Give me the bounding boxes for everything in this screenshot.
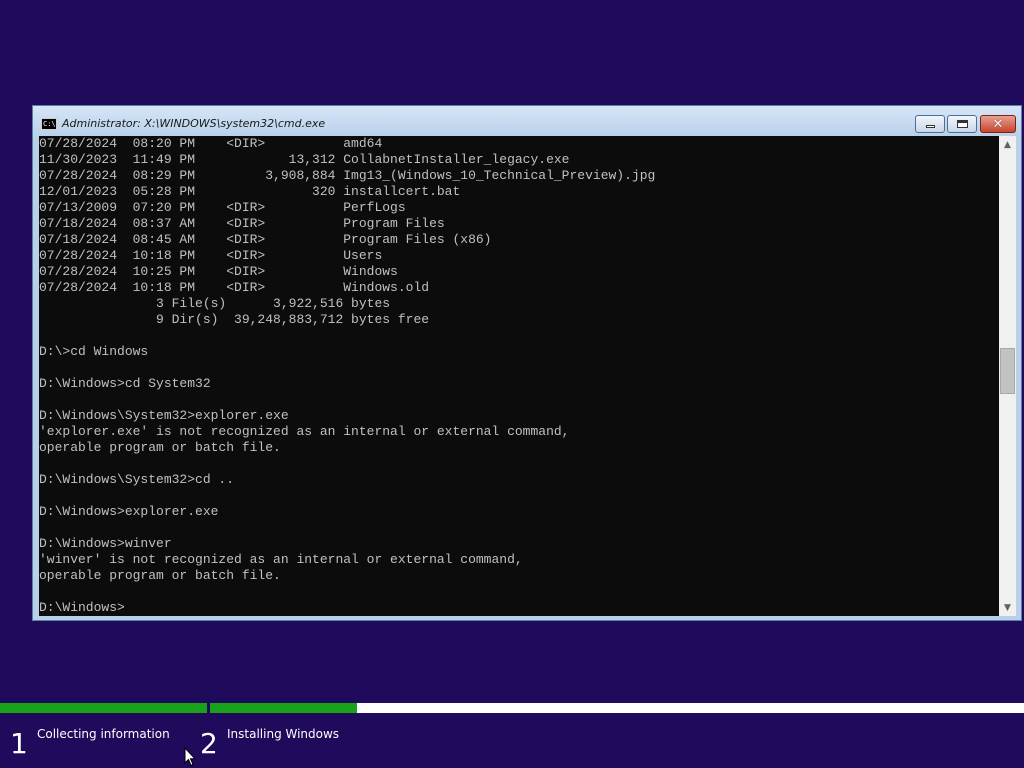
console-line: 07/28/2024 10:25 PM <DIR> Windows [39,264,398,279]
console-line: 07/28/2024 08:29 PM 3,908,884 Img13_(Win… [39,168,656,183]
step-number-1: 1 [10,727,28,760]
step-number-2: 2 [200,727,218,760]
console-line: D:\Windows\System32>explorer.exe [39,408,289,423]
console-line: 'winver' is not recognized as an interna… [39,552,523,567]
scroll-thumb[interactable] [1000,348,1015,394]
console-line: 07/13/2009 07:20 PM <DIR> PerfLogs [39,200,406,215]
step-label-installing: Installing Windows [227,727,340,741]
console-line: 'explorer.exe' is not recognized as an i… [39,424,570,439]
console-line: 07/18/2024 08:45 AM <DIR> Program Files … [39,232,492,247]
step-label-collecting: Collecting information [37,727,170,741]
console-line: D:\Windows>explorer.exe [39,504,219,519]
console-output[interactable]: 07/28/2024 08:20 PM <DIR> amd64 11/30/202… [39,136,999,616]
console-line: 07/28/2024 08:20 PM <DIR> amd64 [39,136,383,151]
console-line: 07/18/2024 08:37 AM <DIR> Program Files [39,216,445,231]
setup-progress-bar [0,703,1024,713]
console-line: D:\Windows> [39,600,125,615]
minimize-button[interactable] [915,115,945,133]
console-line: 9 Dir(s) 39,248,883,712 bytes free [39,312,430,327]
minimize-icon [925,125,935,128]
scroll-down-arrow-icon[interactable]: ▼ [999,599,1016,616]
console-line: operable program or batch file. [39,440,281,455]
progress-step2-fill [210,703,357,713]
console-line: D:\Windows>cd System32 [39,376,211,391]
mouse-pointer-icon [184,747,196,767]
setup-background: C:\ Administrator: X:\WINDOWS\system32\c… [0,0,1024,768]
console-line: 07/28/2024 10:18 PM <DIR> Windows.old [39,280,430,295]
window-title: Administrator: X:\WINDOWS\system32\cmd.e… [62,117,326,130]
console-line: D:\Windows\System32>cd .. [39,472,235,487]
close-button[interactable]: ✕ [980,115,1016,133]
maximize-button[interactable] [947,115,977,133]
console-lines: 07/28/2024 08:20 PM <DIR> amd64 11/30/202… [39,136,999,616]
vertical-scrollbar[interactable]: ▲ ▼ [999,136,1016,616]
cmd-icon[interactable]: C:\ [41,118,57,130]
close-icon: ✕ [992,116,1004,132]
progress-step1-fill [0,703,207,713]
title-bar[interactable]: C:\ Administrator: X:\WINDOWS\system32\c… [33,106,1021,136]
console-line: 07/28/2024 10:18 PM <DIR> Users [39,248,383,263]
console-line: 12/01/2023 05:28 PM 320 installcert.bat [39,184,461,199]
console-line: D:\Windows>winver [39,536,172,551]
cmd-window[interactable]: C:\ Administrator: X:\WINDOWS\system32\c… [32,105,1022,621]
maximize-icon [956,120,968,128]
console-line: 11/30/2023 11:49 PM 13,312 CollabnetInst… [39,152,570,167]
console-line: 3 File(s) 3,922,516 bytes [39,296,391,311]
scroll-up-arrow-icon[interactable]: ▲ [999,136,1016,153]
console-line: D:\>cd Windows [39,344,149,359]
console-line: operable program or batch file. [39,568,281,583]
